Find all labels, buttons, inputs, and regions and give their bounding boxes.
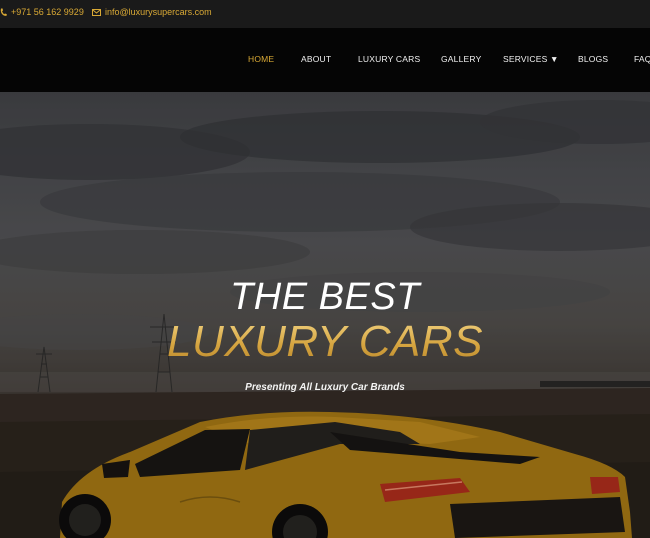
phone-contact[interactable]: +971 56 162 9929 [0,7,84,17]
nav-faq[interactable]: FAQ [634,54,650,64]
hero-banner: THE BEST LUXURY CARS Presenting All Luxu… [0,92,650,538]
nav-services[interactable]: SERVICES ▼ [503,54,559,64]
hero-title-line2: LUXURY CARS [0,317,650,367]
phone-number: +971 56 162 9929 [11,7,84,17]
nav-home[interactable]: HOME [248,54,274,64]
phone-icon [0,8,7,17]
hero-subtitle: Presenting All Luxury Car Brands [245,382,405,393]
nav-blogs[interactable]: BLOGS [578,54,608,64]
email-address: info@luxurysupercars.com [105,7,212,17]
envelope-icon [92,8,101,16]
top-contact-bar: +971 56 162 9929 info@luxurysupercars.co… [0,0,650,28]
email-contact[interactable]: info@luxurysupercars.com [92,7,212,17]
main-navigation: HOME ABOUT LUXURY CARS GALLERY SERVICES … [0,28,650,92]
nav-about[interactable]: ABOUT [301,54,331,64]
nav-luxury-cars[interactable]: LUXURY CARS [358,54,420,64]
hero-title-line1: THE BEST [230,276,420,318]
nav-gallery[interactable]: GALLERY [441,54,481,64]
